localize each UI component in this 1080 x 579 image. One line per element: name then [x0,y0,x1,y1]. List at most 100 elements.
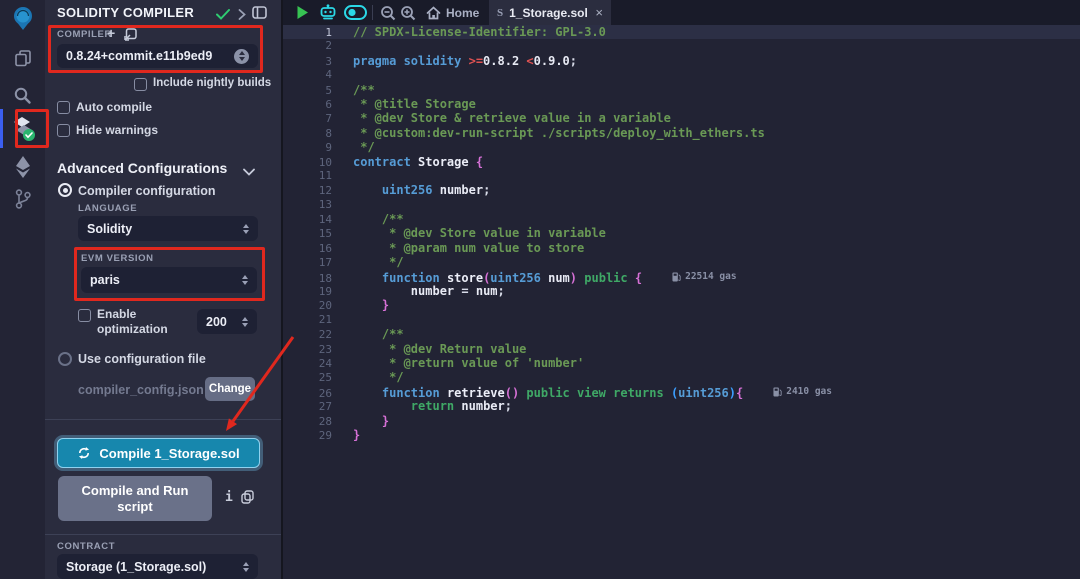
copy-script-button[interactable] [241,490,254,509]
code-line-24[interactable]: 24 * @return value of 'number' [283,356,1080,370]
search-icon [13,86,32,105]
run-script-info-button[interactable]: i [225,490,233,505]
code-editor[interactable]: 1// SPDX-License-Identifier: GPL-3.023pr… [283,25,1080,579]
add-compiler-button[interactable]: + [107,25,115,41]
line-number[interactable]: 20 [283,299,332,313]
line-number[interactable]: 19 [283,285,332,299]
code-line-2[interactable]: 2 [283,39,1080,53]
line-number[interactable]: 1 [283,26,332,40]
compile-button[interactable]: Compile 1_Storage.sol [57,438,260,468]
line-number[interactable]: 21 [283,313,332,327]
line-number[interactable]: 11 [283,169,332,183]
code-line-4[interactable]: 4 [283,68,1080,82]
code-text: * @dev Store & retrieve value in a varia… [353,111,671,125]
advanced-configurations-header[interactable]: Advanced Configurations [57,160,227,176]
code-line-21[interactable]: 21 [283,313,1080,327]
sidebar-item-deploy-run[interactable] [0,155,45,179]
code-line-28[interactable]: 28 } [283,414,1080,428]
change-config-button[interactable]: Change [205,377,255,401]
code-text: /** [353,212,404,226]
contract-select[interactable]: Storage (1_Storage.sol) [57,554,258,579]
code-line-23[interactable]: 23 * @dev Return value [283,342,1080,356]
include-nightly-label: Include nightly builds [153,77,271,89]
code-line-16[interactable]: 16 * @param num value to store [283,241,1080,255]
compile-and-run-button[interactable]: Compile and Run script [58,476,212,521]
line-number[interactable]: 15 [283,227,332,241]
sidebar-item-solidity-compiler[interactable] [0,113,45,143]
code-line-18[interactable]: 18 function store(uint256 num) public {2… [283,270,1080,284]
close-icon[interactable]: × [595,5,603,20]
code-line-11[interactable]: 11 [283,169,1080,183]
code-line-29[interactable]: 29} [283,428,1080,442]
advanced-collapse-toggle[interactable] [243,163,255,181]
line-number[interactable]: 7 [283,112,332,126]
zoom-out-button[interactable] [380,0,396,25]
line-number[interactable]: 13 [283,198,332,212]
sidebar-item-git[interactable] [0,188,45,210]
language-select[interactable]: Solidity [78,216,258,241]
line-number[interactable]: 9 [283,141,332,155]
ai-assistant-button[interactable] [318,0,338,25]
code-line-19[interactable]: 19 number = num; [283,284,1080,298]
optimization-runs-input[interactable]: 200 [197,309,257,334]
code-line-1[interactable]: 1// SPDX-License-Identifier: GPL-3.0 [283,25,1080,39]
line-number[interactable]: 6 [283,98,332,112]
remix-logo[interactable] [0,4,45,34]
evm-version-select[interactable]: paris [81,267,257,293]
code-line-17[interactable]: 17 */ [283,255,1080,269]
enable-optimization-checkbox[interactable] [78,309,91,322]
code-line-22[interactable]: 22 /** [283,327,1080,341]
use-configuration-file-radio[interactable] [58,352,72,366]
compiler-configuration-radio[interactable] [58,183,72,197]
editor-lines: 1// SPDX-License-Identifier: GPL-3.023pr… [283,25,1080,442]
code-line-25[interactable]: 25 */ [283,370,1080,384]
include-nightly-checkbox[interactable] [134,78,147,91]
stepper-icon [242,275,248,285]
line-number[interactable]: 28 [283,415,332,429]
line-number[interactable]: 10 [283,156,332,170]
code-line-13[interactable]: 13 [283,198,1080,212]
line-number[interactable]: 2 [283,39,332,53]
code-line-14[interactable]: 14 /** [283,212,1080,226]
sidebar-item-file-explorer[interactable] [0,48,45,68]
code-line-26[interactable]: 26 function retrieve() public view retur… [283,385,1080,399]
line-number[interactable]: 29 [283,429,332,443]
code-line-9[interactable]: 9 */ [283,140,1080,154]
code-line-5[interactable]: 5/** [283,83,1080,97]
line-number[interactable]: 22 [283,328,332,342]
sidebar-item-search[interactable] [0,86,45,105]
code-line-7[interactable]: 7 * @dev Store & retrieve value in a var… [283,111,1080,125]
line-number[interactable]: 14 [283,213,332,227]
line-number[interactable]: 16 [283,242,332,256]
gas-estimate-badge[interactable]: 22514 gas [672,270,736,284]
line-number[interactable]: 25 [283,371,332,385]
code-line-12[interactable]: 12 uint256 number; [283,183,1080,197]
code-line-15[interactable]: 15 * @dev Store value in variable [283,226,1080,240]
pin-panel-button[interactable] [252,6,267,24]
code-line-20[interactable]: 20 } [283,298,1080,312]
compiler-version-select[interactable]: 0.8.24+commit.e11b9ed9 [57,44,258,68]
panel-collapse-button[interactable] [238,7,246,25]
hide-warnings-checkbox[interactable] [57,124,70,137]
auto-compile-checkbox[interactable] [57,101,70,114]
code-line-10[interactable]: 10contract Storage { [283,155,1080,169]
line-number[interactable]: 17 [283,256,332,270]
line-number[interactable]: 27 [283,400,332,414]
code-line-27[interactable]: 27 return number; [283,399,1080,413]
tab-1-storage-sol[interactable]: S 1_Storage.sol × [489,0,611,25]
line-number[interactable]: 5 [283,84,332,98]
line-number[interactable]: 24 [283,357,332,371]
line-number[interactable]: 4 [283,68,332,82]
zoom-in-button[interactable] [400,0,416,25]
code-line-3[interactable]: 3pragma solidity >=0.8.2 <0.9.0; [283,54,1080,68]
ai-copilot-toggle[interactable] [344,0,367,25]
code-line-8[interactable]: 8 * @custom:dev-run-script ./scripts/dep… [283,126,1080,140]
line-number[interactable]: 8 [283,127,332,141]
line-number[interactable]: 3 [283,55,332,69]
code-line-6[interactable]: 6 * @title Storage [283,97,1080,111]
line-number[interactable]: 12 [283,184,332,198]
tab-home[interactable]: Home [426,0,479,25]
line-number[interactable]: 23 [283,343,332,357]
gas-estimate-badge[interactable]: 2410 gas [773,385,832,399]
run-script-play-button[interactable] [296,0,309,25]
